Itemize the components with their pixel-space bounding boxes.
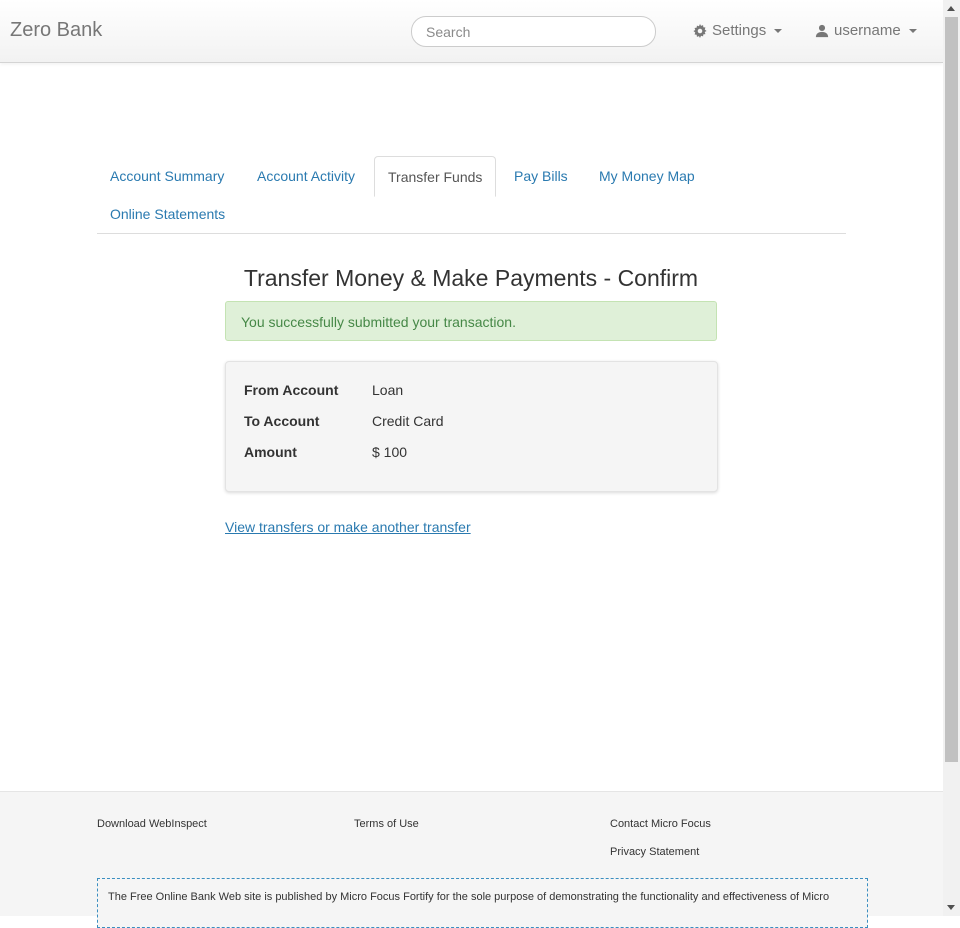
view-transfers-link[interactable]: View transfers or make another transfer <box>225 519 471 535</box>
scrollbar-thumb[interactable] <box>945 17 958 762</box>
settings-dropdown[interactable]: Settings <box>693 22 783 39</box>
gear-icon <box>693 23 707 38</box>
download-webinspect-link[interactable]: Download WebInspect <box>97 818 207 830</box>
tab-transfer-funds[interactable]: Transfer Funds <box>374 156 497 197</box>
tab-account-summary[interactable]: Account Summary <box>97 156 237 195</box>
chevron-down-icon <box>774 28 783 33</box>
tab-account-activity[interactable]: Account Activity <box>244 156 368 195</box>
search-input[interactable] <box>411 16 656 47</box>
privacy-statement-link[interactable]: Privacy Statement <box>610 846 699 858</box>
tab-my-money-map[interactable]: My Money Map <box>586 156 708 195</box>
transfer-details-card: From Account Loan To Account Credit Card… <box>225 361 718 492</box>
top-navbar: Zero Bank Settings username <box>0 0 943 63</box>
scroll-down-icon[interactable] <box>947 905 955 910</box>
footer: Download WebInspect Terms of Use Contact… <box>0 791 943 928</box>
page-title: Transfer Money & Make Payments - Confirm <box>243 265 699 291</box>
chevron-down-icon <box>908 28 917 33</box>
vertical-scrollbar[interactable] <box>943 0 960 916</box>
terms-of-use-link[interactable]: Terms of Use <box>354 818 419 830</box>
scroll-up-icon[interactable] <box>947 6 955 11</box>
detail-label: Amount <box>244 444 297 460</box>
disclaimer-text: The Free Online Bank Web site is publish… <box>97 878 868 928</box>
settings-label: Settings <box>712 22 767 39</box>
detail-row-from-account: From Account Loan <box>244 380 699 411</box>
detail-value: Loan <box>372 382 404 398</box>
detail-value: $ 100 <box>372 444 408 460</box>
tab-pay-bills[interactable]: Pay Bills <box>501 156 581 195</box>
detail-value: Credit Card <box>372 413 444 429</box>
username-label: username <box>834 22 901 39</box>
user-dropdown[interactable]: username <box>815 22 917 39</box>
detail-row-amount: Amount $ 100 <box>244 442 699 473</box>
user-icon <box>815 24 829 37</box>
detail-label: To Account <box>244 413 320 429</box>
account-tabs: Account Summary Account Activity Transfe… <box>97 156 846 234</box>
detail-row-to-account: To Account Credit Card <box>244 411 699 442</box>
tab-online-statements[interactable]: Online Statements <box>97 194 238 233</box>
detail-label: From Account <box>244 382 339 398</box>
contact-link[interactable]: Contact Micro Focus <box>610 818 711 830</box>
brand-logo[interactable]: Zero Bank <box>10 19 102 42</box>
success-alert: You successfully submitted your transact… <box>225 301 717 341</box>
